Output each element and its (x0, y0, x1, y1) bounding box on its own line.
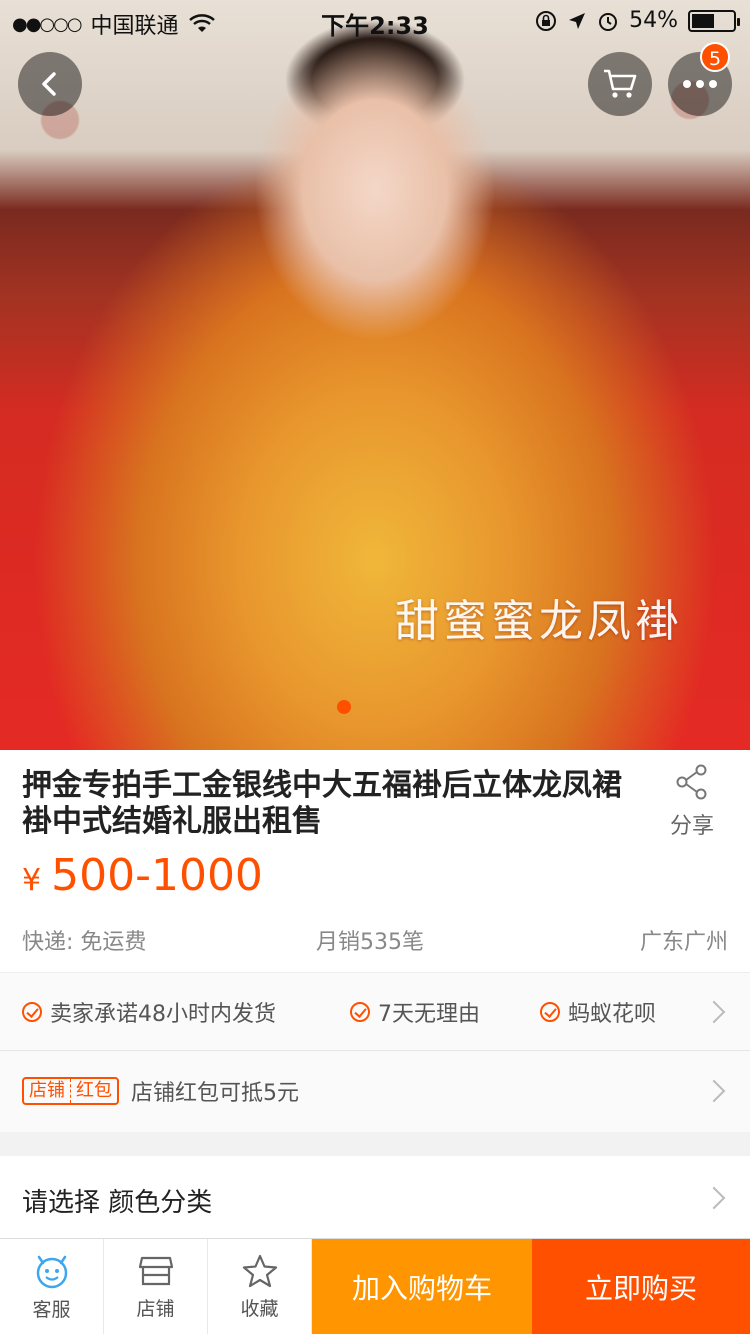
check-circle-icon (350, 1001, 370, 1022)
add-to-cart-button[interactable]: 加入购物车 (312, 1239, 532, 1334)
cart-icon (604, 69, 637, 98)
customer-service-button[interactable]: 客服 (0, 1239, 104, 1334)
image-watermark: 甜蜜蜜龙凤褂 (395, 596, 683, 647)
share-button[interactable]: 分享 (656, 764, 728, 840)
notification-badge: 5 (700, 42, 730, 72)
status-bar: ●●○○○ 中国联通 下午2:33 54% (0, 0, 750, 40)
chevron-right-icon (702, 1079, 726, 1103)
check-circle-icon (22, 1001, 42, 1022)
coupon-item: 店铺 红包 店铺红包可抵5元 (22, 1075, 299, 1107)
store-icon (138, 1256, 173, 1285)
star-icon (242, 1254, 277, 1287)
services-section: 卖家承诺48小时内发货 7天无理由 蚂蚁花呗 店铺 红包 店铺红包可抵5元 (0, 972, 750, 1132)
service-label: 蚂蚁花呗 (568, 1001, 657, 1027)
share-icon (676, 764, 707, 800)
product-image-carousel[interactable]: 甜蜜蜜龙凤褂 (0, 0, 750, 750)
product-page: 甜蜜蜜龙凤褂 ●●○○○ 中国联通 下午2:33 54% 5 押金专拍手工金银线… (0, 0, 750, 1334)
cart-button[interactable] (588, 52, 652, 116)
currency-symbol: ¥ (22, 863, 42, 898)
customer-service-icon (36, 1255, 67, 1288)
alarm-icon (599, 12, 618, 31)
coupon-row[interactable]: 店铺 红包 店铺红包可抵5元 (0, 1052, 750, 1130)
product-title: 押金专拍手工金银线中大五福褂后立体龙凤裙褂中式结婚礼服出租售 (22, 768, 622, 839)
service-item: 蚂蚁花呗 (540, 996, 656, 1028)
battery-percent: 54% (629, 8, 678, 33)
select-color-row[interactable]: 请选择 颜色分类 (0, 1156, 750, 1238)
favorite-label: 收藏 (240, 1297, 279, 1320)
coupon-text: 店铺红包可抵5元 (131, 1081, 299, 1106)
service-item: 卖家承诺48小时内发货 (22, 996, 276, 1028)
battery-fill (692, 13, 714, 28)
back-button[interactable] (18, 52, 82, 116)
location: 广东广州 (639, 930, 728, 955)
share-label: 分享 (669, 814, 714, 839)
service-guarantees-row[interactable]: 卖家承诺48小时内发货 7天无理由 蚂蚁花呗 (0, 973, 750, 1051)
shipping-info: 快递: 免运费 (22, 930, 147, 955)
product-price: ¥500-1000 (22, 850, 263, 901)
carousel-indicator-dot (337, 700, 351, 714)
bottom-action-bar: 客服 店铺 收藏 加入购物车 立即购买 (0, 1238, 750, 1334)
buy-now-button[interactable]: 立即购买 (532, 1239, 750, 1334)
select-color-label: 请选择 颜色分类 (22, 1188, 213, 1218)
chevron-right-icon (702, 1000, 726, 1024)
store-label: 店铺 (136, 1297, 175, 1320)
service-item: 7天无理由 (350, 996, 480, 1028)
check-circle-icon (540, 1001, 560, 1022)
service-label: 7天无理由 (378, 1001, 480, 1027)
location-arrow-icon (569, 12, 586, 29)
coupon-tag-redpacket: 红包 (76, 1080, 112, 1101)
battery-icon (688, 9, 740, 32)
coupon-tag-store: 店铺 (29, 1080, 65, 1101)
back-arrow-icon (42, 72, 56, 96)
chevron-right-icon (702, 1186, 726, 1210)
service-label: 卖家承诺48小时内发货 (50, 1001, 276, 1027)
price-range: 500-1000 (51, 850, 263, 901)
monthly-sales: 月销535笔 (316, 930, 424, 955)
product-info: 押金专拍手工金银线中大五福褂后立体龙凤裙褂中式结婚礼服出租售 分享 ¥500-1… (0, 750, 750, 972)
favorite-button[interactable]: 收藏 (208, 1239, 312, 1334)
rotation-lock-icon (536, 10, 557, 31)
more-icon (683, 80, 717, 88)
coupon-tag: 店铺 红包 (22, 1077, 119, 1105)
store-button[interactable]: 店铺 (104, 1239, 208, 1334)
customer-service-label: 客服 (32, 1298, 71, 1321)
